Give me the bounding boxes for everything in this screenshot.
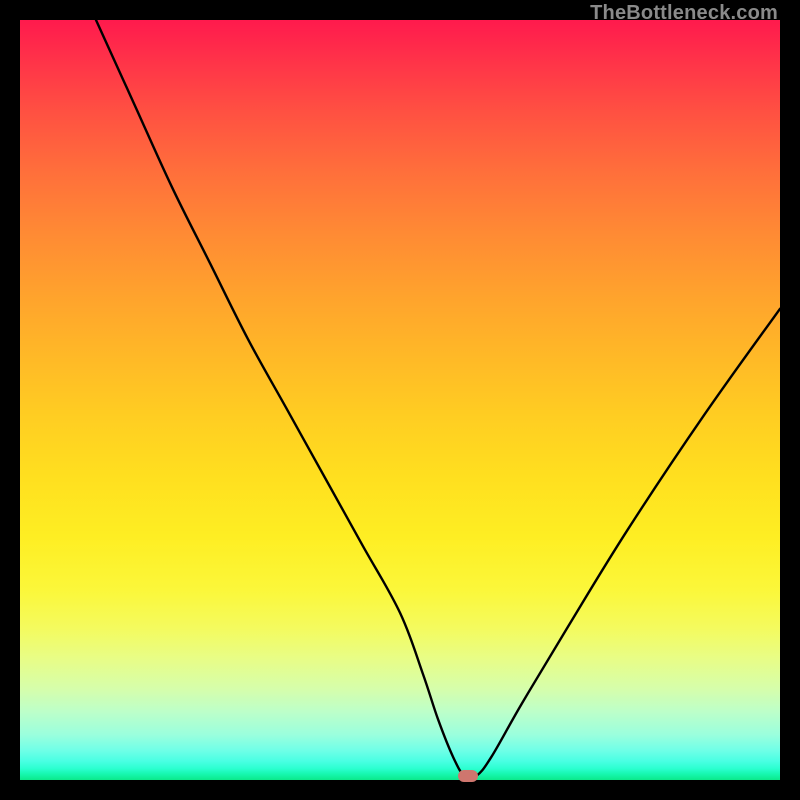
chart-plot-area [20, 20, 780, 780]
bottleneck-curve [20, 20, 780, 780]
optimal-point-marker [458, 770, 478, 782]
watermark-text: TheBottleneck.com [590, 2, 778, 25]
chart-frame: TheBottleneck.com [0, 0, 800, 800]
